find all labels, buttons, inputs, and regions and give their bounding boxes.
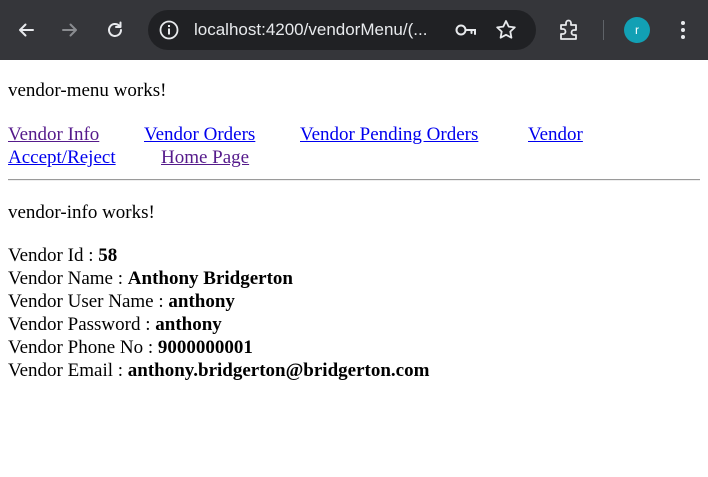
vendor-password-row: Vendor Password : anthony	[8, 314, 222, 336]
url-text[interactable]: localhost:4200/vendorMenu/(...	[194, 10, 444, 50]
browser-toolbar: localhost:4200/vendorMenu/(... r	[0, 0, 708, 60]
extensions-icon[interactable]	[556, 17, 582, 43]
nav-link-vendor-info[interactable]: Vendor Info	[8, 124, 99, 146]
reload-button[interactable]	[100, 15, 130, 45]
nav-link-vendor-orders[interactable]: Vendor Orders	[144, 124, 255, 146]
vendor-name-row: Vendor Name : Anthony Bridgerton	[8, 268, 293, 290]
forward-button[interactable]	[55, 15, 85, 45]
vendor-id-row: Vendor Id : 58	[8, 245, 117, 267]
field-label: Vendor User Name :	[8, 291, 169, 312]
vendor-username-value: anthony	[168, 291, 235, 312]
toolbar-divider	[603, 20, 604, 40]
key-icon[interactable]	[454, 19, 478, 41]
back-button[interactable]	[11, 15, 41, 45]
nav-link-vendor-accept-reject-cont[interactable]: Accept/Reject	[8, 147, 116, 169]
arrow-right-icon	[62, 23, 77, 37]
vendor-email-value: anthony.bridgerton@bridgerton.com	[127, 360, 430, 381]
field-label: Vendor Name :	[8, 268, 128, 289]
field-label: Vendor Password :	[8, 314, 156, 335]
reload-icon	[108, 21, 122, 37]
divider	[8, 179, 700, 181]
field-label: Vendor Id :	[8, 245, 99, 266]
field-label: Vendor Phone No :	[8, 337, 158, 358]
arrow-left-icon	[19, 23, 34, 37]
vendor-phone-row: Vendor Phone No : 9000000001	[8, 337, 253, 359]
vendor-phone-value: 9000000001	[157, 337, 253, 358]
site-info-icon[interactable]	[158, 19, 180, 41]
vendor-username-row: Vendor User Name : anthony	[8, 291, 235, 313]
more-vert-icon[interactable]	[670, 17, 696, 43]
address-bar[interactable]: localhost:4200/vendorMenu/(...	[148, 10, 536, 50]
vendor-email-row: Vendor Email : anthony.bridgerton@bridge…	[8, 360, 429, 382]
profile-avatar[interactable]: r	[624, 17, 650, 43]
vendor-password-value: anthony	[155, 314, 222, 335]
star-icon[interactable]	[494, 18, 518, 42]
vendor-id-value: 58	[98, 245, 118, 266]
nav-link-vendor-pending-orders[interactable]: Vendor Pending Orders	[300, 124, 478, 146]
nav-link-vendor-accept-reject[interactable]: Vendor	[528, 124, 583, 146]
menu-heading: vendor-menu works!	[8, 80, 167, 101]
nav-link-home-page[interactable]: Home Page	[161, 147, 249, 169]
info-heading: vendor-info works!	[8, 202, 155, 223]
vendor-name-value: Anthony Bridgerton	[127, 268, 293, 289]
field-label: Vendor Email :	[8, 360, 128, 381]
